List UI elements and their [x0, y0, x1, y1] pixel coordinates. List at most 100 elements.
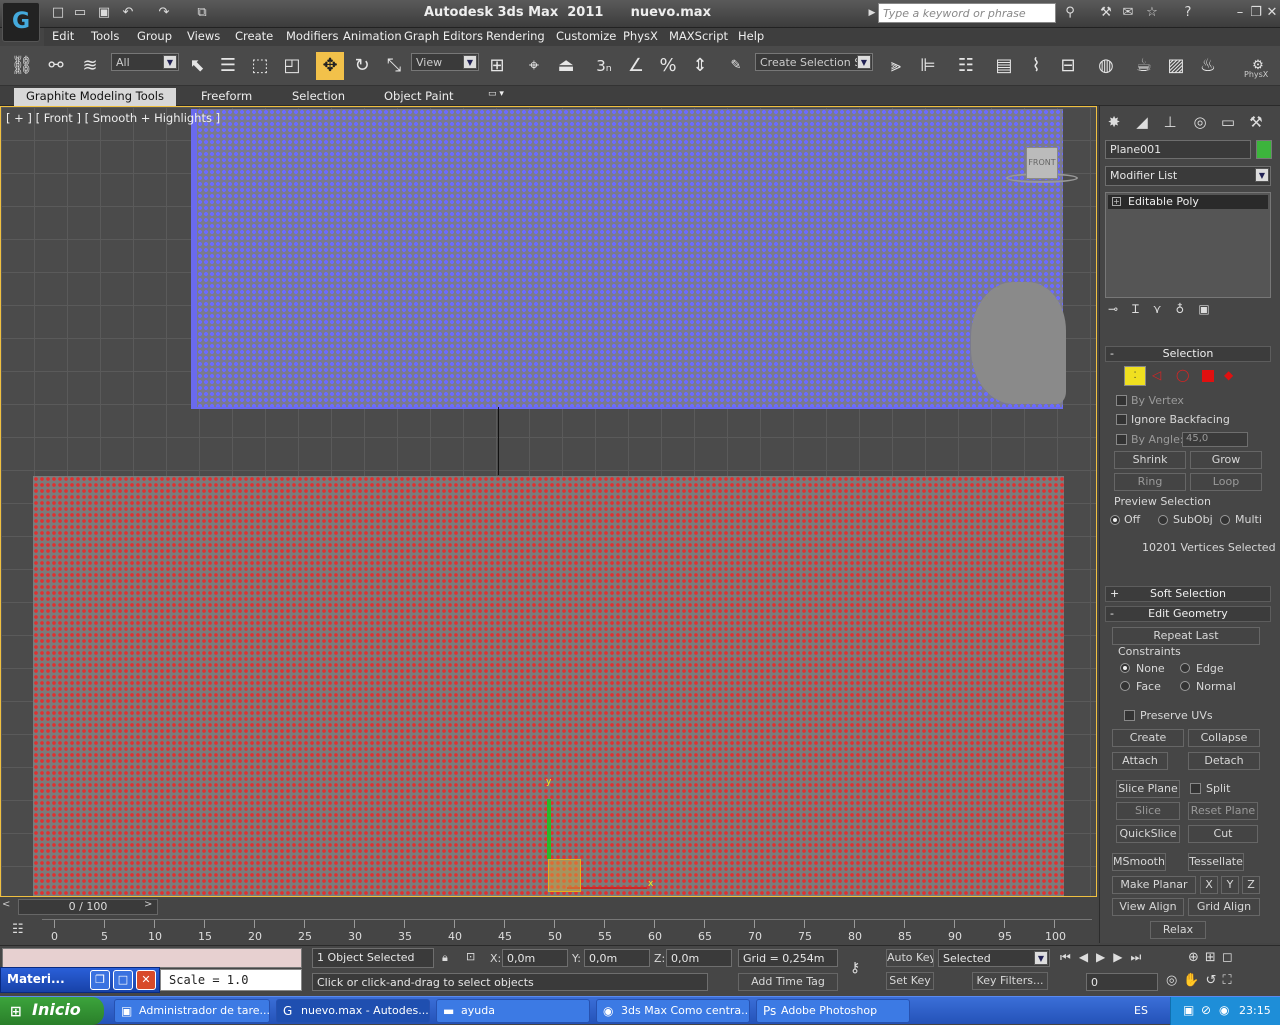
- unlink-icon[interactable]: ⚯: [42, 52, 70, 80]
- x-coordinate-field[interactable]: 0,0m: [502, 949, 568, 967]
- app-logo-icon[interactable]: G: [2, 2, 40, 42]
- menu-animation[interactable]: Animation: [343, 29, 402, 43]
- pan-icon[interactable]: ✋: [1183, 973, 1205, 988]
- orbit-icon[interactable]: ↺: [1206, 973, 1223, 988]
- polygon-mode-icon[interactable]: [1202, 370, 1214, 382]
- menu-physx[interactable]: PhysX: [623, 29, 658, 43]
- constraint-none-radio[interactable]: [1120, 663, 1130, 673]
- y-coordinate-field[interactable]: 0,0m: [584, 949, 650, 967]
- percent-snap-icon[interactable]: %: [654, 52, 682, 80]
- tab-object-paint[interactable]: Object Paint: [384, 89, 454, 103]
- key-filters-button[interactable]: Key Filters...: [972, 972, 1048, 990]
- time-slider[interactable]: 0 / 100: [18, 899, 158, 915]
- render-setup-icon[interactable]: ☕: [1130, 52, 1158, 80]
- task-task-manager[interactable]: ▣ Administrador de tare...: [114, 999, 270, 1023]
- window-restore-icon[interactable]: ❐: [90, 970, 110, 990]
- bind-space-warp-icon[interactable]: ≋: [76, 52, 104, 80]
- object-name-field[interactable]: Plane001: [1105, 140, 1251, 159]
- collapse-button[interactable]: Collapse: [1188, 729, 1260, 747]
- view-align-button[interactable]: View Align: [1112, 898, 1184, 916]
- gizmo-y-axis[interactable]: [547, 799, 551, 859]
- repeat-last-button[interactable]: Repeat Last: [1112, 627, 1260, 645]
- preview-off-radio[interactable]: [1110, 515, 1120, 525]
- set-key-button[interactable]: Set Key: [886, 972, 934, 990]
- maxscript-listener[interactable]: [2, 948, 302, 968]
- select-manipulate-icon[interactable]: ⌖: [520, 52, 548, 80]
- tab-selection[interactable]: Selection: [292, 89, 345, 103]
- selection-lock-icon[interactable]: 🔒︎: [442, 951, 448, 965]
- named-selection-dropdown[interactable]: Create Selection Se ▼: [755, 53, 873, 71]
- undo-icon[interactable]: ↶: [120, 5, 136, 21]
- close-icon[interactable]: ✕: [1264, 5, 1280, 21]
- rectangular-selection-icon[interactable]: ⬚: [246, 52, 274, 80]
- modifier-list-dropdown[interactable]: Modifier List ▼: [1105, 166, 1271, 186]
- split-checkbox[interactable]: [1190, 783, 1201, 794]
- tab-freeform[interactable]: Freeform: [201, 89, 252, 103]
- binoculars-icon[interactable]: ⚲: [1062, 5, 1078, 21]
- start-button[interactable]: ⊞ Inicio: [0, 997, 104, 1025]
- select-by-name-icon[interactable]: ☰: [214, 52, 242, 80]
- attach-button[interactable]: Attach: [1112, 752, 1168, 770]
- restore-icon[interactable]: ❐: [1248, 5, 1264, 21]
- layer-manager-icon[interactable]: ☷: [952, 52, 980, 80]
- motion-tab-icon[interactable]: ◎: [1188, 110, 1212, 134]
- preserve-uvs-checkbox[interactable]: [1124, 710, 1135, 721]
- play-icon[interactable]: ▶: [1096, 950, 1113, 964]
- constraint-face-radio[interactable]: [1120, 681, 1130, 691]
- clock[interactable]: 23:15: [1239, 1004, 1271, 1017]
- planar-y-button[interactable]: Y: [1221, 876, 1239, 894]
- move-icon[interactable]: ✥: [316, 52, 344, 80]
- slice-plane-button[interactable]: Slice Plane: [1116, 780, 1180, 798]
- edge-mode-icon[interactable]: ◁: [1152, 368, 1161, 382]
- mirror-icon[interactable]: ⫸: [882, 52, 910, 80]
- create-tab-icon[interactable]: ✸: [1102, 110, 1126, 134]
- task-3dsmax[interactable]: Gnuevo.max - Autodes...: [276, 999, 430, 1023]
- z-coordinate-field[interactable]: 0,0m: [666, 949, 732, 967]
- redo-icon[interactable]: ↷: [156, 5, 172, 21]
- align-icon[interactable]: ⊫: [914, 52, 942, 80]
- time-prev-icon[interactable]: <: [2, 899, 10, 910]
- menu-edit[interactable]: Edit: [52, 29, 74, 43]
- rotate-icon[interactable]: ↻: [348, 52, 376, 80]
- soft-selection-rollout-header[interactable]: + Soft Selection: [1105, 586, 1271, 602]
- tessellate-button[interactable]: Tessellate: [1188, 853, 1244, 871]
- tray-app-icon[interactable]: ◉: [1219, 1003, 1229, 1017]
- favorites-star-icon[interactable]: ☆: [1144, 5, 1160, 21]
- prev-frame-icon[interactable]: ◀: [1079, 950, 1096, 964]
- expand-icon[interactable]: +: [1112, 197, 1121, 206]
- constraint-edge-radio[interactable]: [1180, 663, 1190, 673]
- minimize-icon[interactable]: –: [1232, 5, 1248, 21]
- window-close-icon[interactable]: ✕: [136, 970, 156, 990]
- current-frame-field[interactable]: 0: [1086, 973, 1158, 991]
- menu-modifiers[interactable]: Modifiers: [286, 29, 339, 43]
- communication-center-icon[interactable]: ✉: [1120, 5, 1136, 21]
- zoom-extents-icon[interactable]: ◻: [1222, 950, 1239, 965]
- menu-create[interactable]: Create: [235, 29, 273, 43]
- zoom-all-icon[interactable]: ⊞: [1205, 950, 1222, 965]
- task-ayuda[interactable]: ▬ ayuda: [436, 999, 590, 1023]
- language-indicator[interactable]: ES: [1134, 1004, 1148, 1017]
- ribbon-options-icon[interactable]: ▭ ▾: [488, 89, 504, 99]
- planar-x-button[interactable]: X: [1200, 876, 1218, 894]
- keyboard-shortcut-icon[interactable]: ⏏: [552, 52, 580, 80]
- timeline-options-icon[interactable]: ☷: [12, 922, 24, 937]
- select-link-icon[interactable]: ⛓: [8, 52, 36, 80]
- shrink-button[interactable]: Shrink: [1114, 451, 1186, 469]
- quickslice-button[interactable]: QuickSlice: [1116, 825, 1180, 843]
- menu-maxscript[interactable]: MAXScript: [669, 29, 728, 43]
- gizmo-xy-plane[interactable]: [548, 859, 581, 892]
- material-editor-icon[interactable]: ◍: [1092, 52, 1120, 80]
- preview-multi-radio[interactable]: [1220, 515, 1230, 525]
- rendered-frame-window-icon[interactable]: ▨: [1162, 52, 1190, 80]
- auto-key-button[interactable]: Auto Key: [886, 949, 934, 967]
- relax-button[interactable]: Relax: [1150, 921, 1206, 939]
- grow-button[interactable]: Grow: [1190, 451, 1262, 469]
- ring-button[interactable]: Ring: [1114, 473, 1186, 491]
- vertex-mode-icon[interactable]: ⁚: [1124, 366, 1146, 386]
- render-production-icon[interactable]: ♨: [1194, 52, 1222, 80]
- tab-graphite-modeling-tools[interactable]: Graphite Modeling Tools: [14, 88, 176, 106]
- grid-align-button[interactable]: Grid Align: [1188, 898, 1260, 916]
- add-time-tag-button[interactable]: Add Time Tag: [738, 973, 838, 991]
- help-icon[interactable]: ?: [1180, 5, 1196, 21]
- object-color-swatch[interactable]: [1256, 140, 1272, 159]
